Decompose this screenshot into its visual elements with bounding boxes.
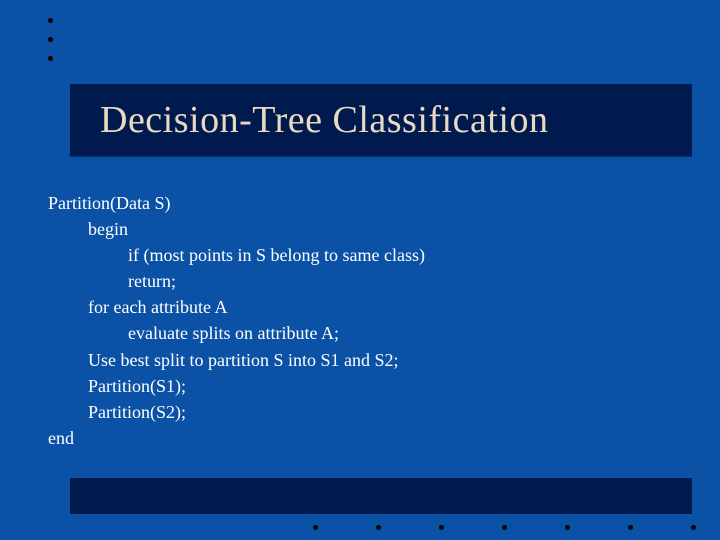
algo-line: evaluate splits on attribute A; <box>48 320 680 346</box>
algo-line: for each attribute A <box>48 294 680 320</box>
bullet-dot <box>628 525 633 530</box>
bullet-dot <box>376 525 381 530</box>
bullet-dot <box>48 18 53 23</box>
algo-line: Partition(Data S) <box>48 190 680 216</box>
algo-line: end <box>48 425 680 451</box>
bullet-dot <box>313 525 318 530</box>
algo-line: return; <box>48 268 680 294</box>
bullet-dot <box>502 525 507 530</box>
bullet-dot <box>48 37 53 42</box>
algo-line: Partition(S2); <box>48 399 680 425</box>
algo-line: begin <box>48 216 680 242</box>
bullet-dot <box>565 525 570 530</box>
algo-line: Use best split to partition S into S1 an… <box>48 347 680 373</box>
footer-bar <box>70 478 692 514</box>
bullet-dot <box>48 56 53 61</box>
title-bar: Decision-Tree Classification <box>70 84 692 156</box>
algo-line: Partition(S1); <box>48 373 680 399</box>
slide-title: Decision-Tree Classification <box>100 98 548 142</box>
decorative-top-bullets <box>48 18 53 61</box>
decorative-bottom-bullets <box>313 525 696 530</box>
algo-line: if (most points in S belong to same clas… <box>48 242 680 268</box>
bullet-dot <box>691 525 696 530</box>
bullet-dot <box>439 525 444 530</box>
algorithm-block: Partition(Data S) begin if (most points … <box>48 190 680 451</box>
